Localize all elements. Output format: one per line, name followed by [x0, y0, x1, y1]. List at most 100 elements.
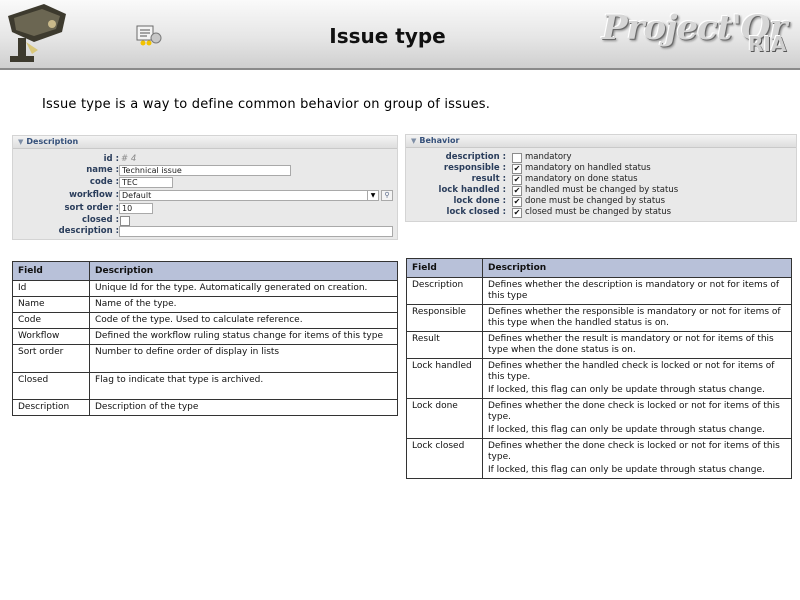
- field-sort-order: sort order : 10: [13, 203, 397, 214]
- table-row: Workflow Defined the workflow ruling stat…: [12, 328, 398, 345]
- field-cell: Lock closed: [406, 438, 483, 479]
- field-cell: Id: [12, 280, 90, 297]
- column-header: Description: [89, 261, 398, 281]
- column-header: Field: [12, 261, 90, 281]
- description-cell: Defines whether the result is mandatory …: [482, 331, 792, 359]
- field-code: code : TEC: [13, 177, 397, 188]
- field-description: description :: [13, 226, 397, 237]
- table-row: Name Name of the type.: [12, 296, 398, 313]
- behavior-label: responsible :: [443, 163, 506, 173]
- description-note: If locked, this flag can only be update …: [488, 425, 765, 435]
- description-cell: Name of the type.: [89, 296, 398, 313]
- description-cell: Number to define order of display in lis…: [89, 344, 398, 373]
- table-row: Code Code of the type. Used to calculate …: [12, 312, 398, 329]
- column-header: Description: [482, 258, 792, 278]
- behavior-panel: ▼ Behavior description : mandatory responsi…: [405, 134, 797, 222]
- code-input[interactable]: TEC: [119, 177, 173, 188]
- behavior-label: lock closed :: [446, 207, 506, 217]
- collapse-triangle-icon: ▼: [18, 138, 24, 146]
- description-cell: Defined the workflow ruling status chang…: [89, 328, 398, 345]
- id-value: # 4: [121, 154, 137, 164]
- behavior-label: result :: [471, 174, 506, 184]
- behavior-checkbox[interactable]: ✔: [512, 208, 522, 218]
- behavior-row: lock closed : ✔ closed must be changed by …: [406, 207, 796, 218]
- behavior-checkbox[interactable]: [512, 153, 522, 163]
- field-cell: Sort order: [12, 344, 90, 373]
- behavior-panel-header[interactable]: ▼ Behavior: [406, 135, 796, 148]
- table-row: Result Defines whether the result is mand…: [406, 331, 792, 359]
- field-name: name : Technical issue: [13, 165, 397, 176]
- intro-text: Issue type is a way to define common beh…: [42, 97, 491, 112]
- behavior-checkbox-label: closed must be changed by status: [525, 207, 672, 217]
- table-header-row: Field Description: [12, 261, 398, 281]
- collapse-triangle-icon: ▼: [411, 137, 417, 145]
- behavior-checkbox[interactable]: ✔: [512, 186, 522, 196]
- table-row: Id Unique Id for the type. Automatically …: [12, 280, 398, 297]
- field-cell: Description: [406, 277, 483, 305]
- field-cell: Result: [406, 331, 483, 359]
- description-cell: Unique Id for the type. Automatically ge…: [89, 280, 398, 297]
- behavior-checkbox-label: mandatory: [525, 152, 572, 162]
- description-note: If locked, this flag can only be update …: [488, 465, 765, 475]
- dropdown-arrow-icon[interactable]: ▼: [367, 190, 379, 201]
- search-icon[interactable]: ⚲: [381, 190, 393, 201]
- table-row: Sort order Number to define order of disp…: [12, 344, 398, 373]
- behavior-checkbox[interactable]: ✔: [512, 197, 522, 207]
- behavior-checkbox-label: handled must be changed by status: [525, 185, 679, 195]
- behavior-description-table: Field Description Description Defines whe…: [406, 258, 792, 479]
- name-input[interactable]: Technical issue: [119, 165, 291, 176]
- behavior-label: lock done :: [453, 196, 506, 206]
- description-text: Defines whether the done check is locked…: [488, 401, 780, 422]
- table-row: Responsible Defines whether the responsib…: [406, 304, 792, 332]
- sort-order-input[interactable]: 10: [119, 203, 153, 214]
- table-row: Lock closed Defines whether the done chec…: [406, 438, 792, 479]
- field-cell: Name: [12, 296, 90, 313]
- field-cell: Workflow: [12, 328, 90, 345]
- field-cell: Description: [12, 399, 90, 416]
- description-text: Defines whether the description is manda…: [488, 280, 780, 301]
- description-text: Defines whether the handled check is loc…: [488, 361, 775, 382]
- page-header: Issue type Project'Or RIA: [0, 0, 800, 70]
- table-row: Lock done Defines whether the done check …: [406, 398, 792, 439]
- field-label: name :: [86, 165, 119, 175]
- behavior-row: result : ✔ mandatory on done status: [406, 174, 796, 185]
- description-text: Defines whether the responsible is manda…: [488, 307, 781, 328]
- behavior-checkbox-label: mandatory on done status: [525, 174, 638, 184]
- table-header-row: Field Description: [406, 258, 792, 278]
- description-cell: Code of the type. Used to calculate refe…: [89, 312, 398, 329]
- field-closed: closed :: [13, 215, 397, 226]
- field-id: id : # 4: [13, 154, 397, 165]
- field-label: code :: [89, 177, 119, 187]
- behavior-row: description : mandatory: [406, 152, 796, 163]
- field-label: id :: [103, 154, 119, 164]
- behavior-checkbox-label: mandatory on handled status: [525, 163, 651, 173]
- panel-title: Description: [26, 137, 79, 146]
- behavior-row: lock done : ✔ done must be changed by stat…: [406, 196, 796, 207]
- table-row: Description Description of the type: [12, 399, 398, 416]
- behavior-checkbox[interactable]: ✔: [512, 175, 522, 185]
- description-panel-header[interactable]: ▼ Description: [13, 136, 397, 149]
- behavior-label: lock handled :: [438, 185, 506, 195]
- field-description-table: Field Description Id Unique Id for the ty…: [12, 261, 398, 416]
- description-cell: Defines whether the done check is locked…: [482, 438, 792, 479]
- workflow-select[interactable]: Default: [119, 190, 369, 201]
- description-cell: Description of the type: [89, 399, 398, 416]
- panel-title: Behavior: [419, 136, 460, 145]
- field-cell: Lock done: [406, 398, 483, 439]
- description-note: If locked, this flag can only be update …: [488, 385, 765, 395]
- description-cell: Defines whether the description is manda…: [482, 277, 792, 305]
- description-text: Defines whether the result is mandatory …: [488, 334, 774, 355]
- field-cell: Responsible: [406, 304, 483, 332]
- description-cell: Defines whether the responsible is manda…: [482, 304, 792, 332]
- behavior-checkbox[interactable]: ✔: [512, 164, 522, 174]
- description-input[interactable]: [119, 226, 393, 237]
- description-cell: Defines whether the done check is locked…: [482, 398, 792, 439]
- closed-checkbox[interactable]: [120, 216, 130, 226]
- table-row: Lock handled Defines whether the handled …: [406, 358, 792, 399]
- field-cell: Closed: [12, 372, 90, 400]
- description-cell: Flag to indicate that type is archived.: [89, 372, 398, 400]
- brand-logo-suffix: RIA: [748, 32, 787, 56]
- field-workflow: workflow : Default ▼ ⚲: [13, 190, 397, 201]
- behavior-checkbox-label: done must be changed by status: [525, 196, 665, 206]
- behavior-row: responsible : ✔ mandatory on handled statu…: [406, 163, 796, 174]
